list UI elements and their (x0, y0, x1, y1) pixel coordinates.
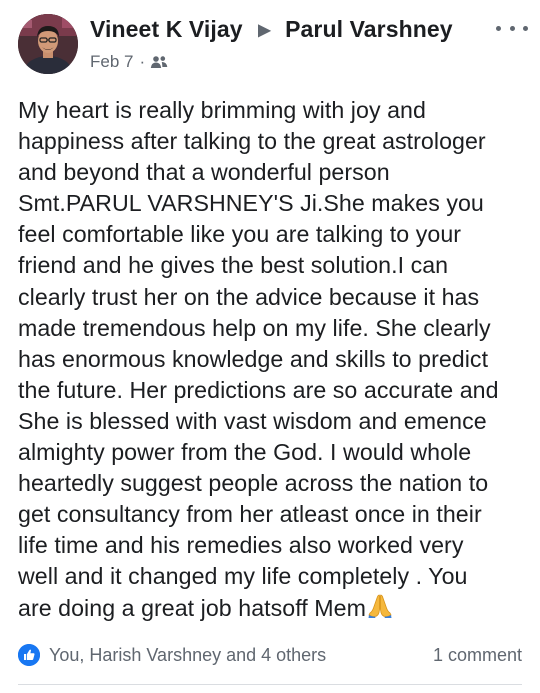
post-card: Vineet K Vijay ▶ Parul Varshney Feb 7 · … (0, 0, 540, 693)
arrow-right-icon: ▶ (258, 22, 271, 39)
post-date[interactable]: Feb 7 (90, 52, 133, 72)
friends-icon (150, 55, 168, 69)
post-footer: You, Harish Varshney and 4 others 1 comm… (18, 641, 522, 671)
comments-count[interactable]: 1 comment (433, 645, 522, 666)
author-avatar[interactable] (18, 14, 78, 74)
post-text: My heart is really brimming with joy and… (18, 97, 499, 621)
more-options-icon[interactable] (496, 18, 528, 38)
avatar-photo (18, 14, 78, 74)
meta-separator: · (139, 52, 146, 71)
author-name[interactable]: Vineet K Vijay (90, 16, 243, 42)
author-line: Vineet K Vijay ▶ Parul Varshney (90, 16, 453, 43)
reactions-summary[interactable]: You, Harish Varshney and 4 others (49, 645, 326, 666)
post-meta: Feb 7 · (90, 52, 168, 72)
like-icon[interactable] (18, 644, 40, 666)
post-body: My heart is really brimming with joy and… (18, 95, 528, 627)
footer-divider (18, 684, 522, 685)
target-profile-name[interactable]: Parul Varshney (285, 16, 453, 42)
folded-hands-emoji (367, 593, 393, 627)
post-header: Vineet K Vijay ▶ Parul Varshney Feb 7 · (18, 14, 528, 76)
